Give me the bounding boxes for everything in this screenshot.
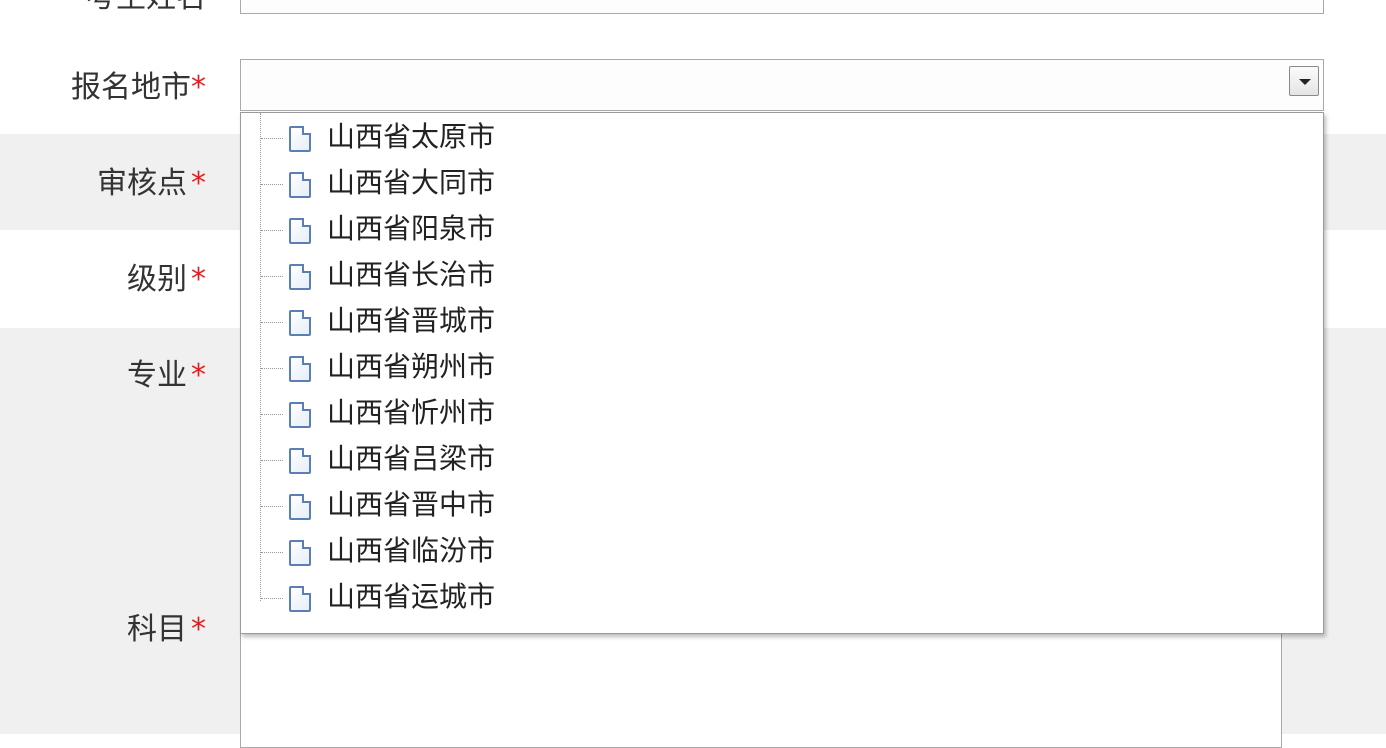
tree-branch [261, 230, 283, 231]
city-dropdown-list: 山西省太原市 山西省大同市 山西省阳泉市 山西省长治市 山西省晋城市 山西省朔州… [240, 112, 1324, 634]
name-input[interactable] [240, 0, 1324, 14]
document-icon [289, 218, 311, 244]
tree-branch [261, 414, 283, 415]
option-label: 山西省朔州市 [327, 350, 496, 383]
tree-branch [261, 276, 283, 277]
document-icon [289, 402, 311, 428]
document-icon [289, 172, 311, 198]
required-mark: * [191, 166, 206, 201]
option-label: 山西省吕梁市 [327, 442, 496, 475]
tree-branch [261, 552, 283, 553]
dropdown-option[interactable]: 山西省太原市 [241, 115, 1321, 159]
option-label: 山西省大同市 [327, 166, 496, 199]
dropdown-option[interactable]: 山西省晋中市 [241, 483, 1321, 527]
required-mark: * [191, 262, 206, 297]
option-label: 山西省太原市 [327, 120, 496, 153]
city-select[interactable] [240, 59, 1324, 111]
required-mark: * [191, 70, 206, 105]
option-label: 山西省运城市 [327, 580, 496, 613]
form-row-name: 考生姓名 [0, 0, 1386, 38]
tree-branch [261, 184, 283, 185]
document-icon [289, 540, 311, 566]
required-mark: * [191, 612, 206, 647]
dropdown-option[interactable]: 山西省大同市 [241, 161, 1321, 205]
document-icon [289, 310, 311, 336]
major-label: 专业 * [127, 358, 206, 393]
name-label: 考生姓名 [86, 0, 206, 18]
tree-branch [261, 138, 283, 139]
dropdown-option[interactable]: 山西省临汾市 [241, 529, 1321, 573]
document-icon [289, 494, 311, 520]
option-label: 山西省晋中市 [327, 488, 496, 521]
tree-branch [261, 322, 283, 323]
city-label: 报名地市* [71, 70, 206, 105]
option-label: 山西省忻州市 [327, 396, 496, 429]
caret-down-icon[interactable] [1289, 66, 1319, 96]
dropdown-option[interactable]: 山西省朔州市 [241, 345, 1321, 389]
review-point-label: 审核点 * [97, 166, 206, 201]
dropdown-option[interactable]: 山西省运城市 [241, 575, 1321, 619]
dropdown-option[interactable]: 山西省晋城市 [241, 299, 1321, 343]
tree-branch [261, 460, 283, 461]
document-icon [289, 586, 311, 612]
document-icon [289, 264, 311, 290]
tree-branch [261, 506, 283, 507]
option-label: 山西省临汾市 [327, 534, 496, 567]
dropdown-option[interactable]: 山西省吕梁市 [241, 437, 1321, 481]
option-label: 山西省阳泉市 [327, 212, 496, 245]
required-mark: * [191, 358, 206, 393]
subject-label: 科目 * [127, 612, 206, 647]
dropdown-option[interactable]: 山西省阳泉市 [241, 207, 1321, 251]
document-icon [289, 448, 311, 474]
option-label: 山西省长治市 [327, 258, 496, 291]
level-label: 级别 * [127, 262, 206, 297]
tree-branch [261, 598, 283, 599]
document-icon [289, 356, 311, 382]
document-icon [289, 126, 311, 152]
tree-branch [261, 368, 283, 369]
dropdown-option[interactable]: 山西省长治市 [241, 253, 1321, 297]
dropdown-option[interactable]: 山西省忻州市 [241, 391, 1321, 435]
option-label: 山西省晋城市 [327, 304, 496, 337]
